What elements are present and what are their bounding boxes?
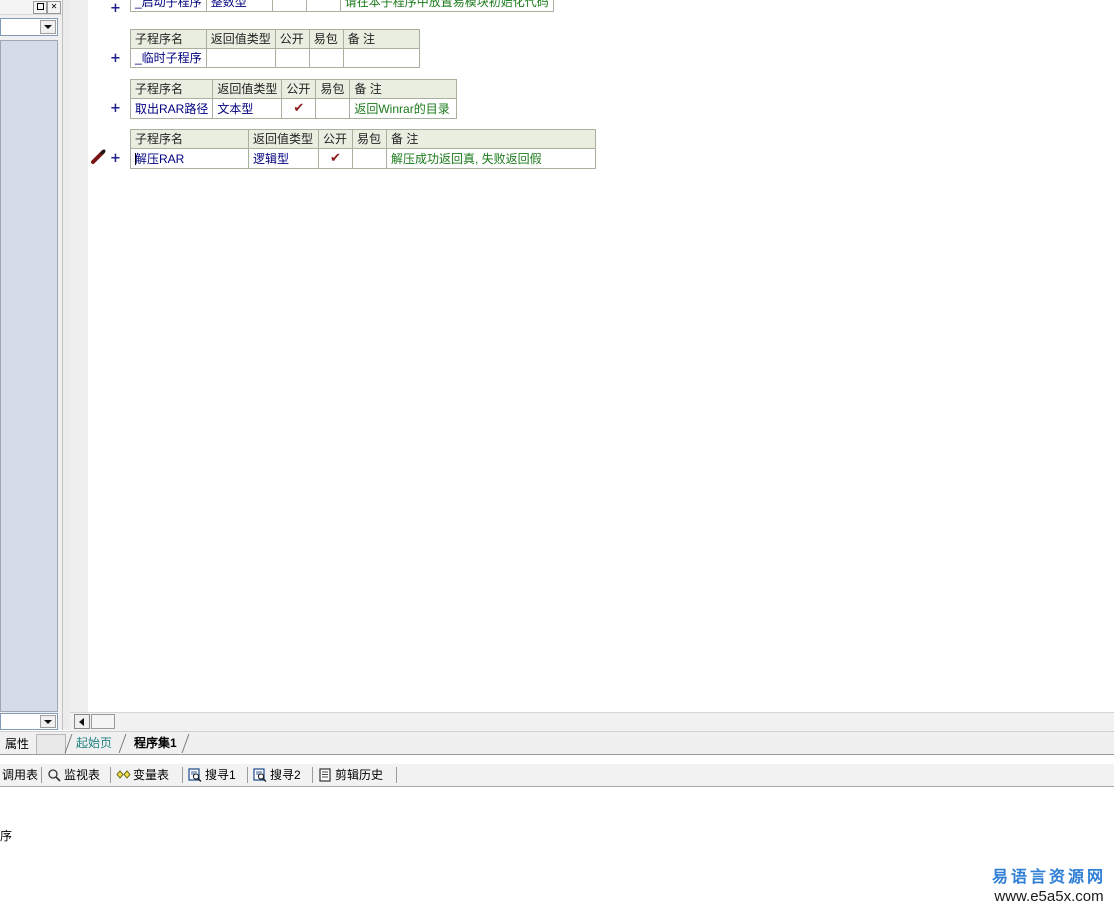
cell-name[interactable]: 解压RAR (130, 148, 249, 169)
diamonds-icon (116, 768, 131, 782)
table-header-row: 子程序名 返回值类型 公开 易包 备 注 (130, 129, 596, 149)
cell-public[interactable] (274, 48, 310, 68)
cell-name[interactable]: 取出RAR路径 (129, 98, 214, 119)
table-row[interactable]: _启动子程序 整数型 请在本子程序中放置易模块初始化代码 (130, 0, 554, 12)
editor-gutter (70, 0, 89, 712)
table-header-row: 子程序名 返回值类型 公开 易包 备 注 (129, 79, 458, 99)
document-tab-strip: 属性 起始页 程序集1 (0, 731, 1114, 755)
cell-public[interactable] (271, 0, 307, 12)
cell-note[interactable]: 解压成功返回真, 失败返回假 (386, 148, 596, 169)
tool-tab-variable-list[interactable]: 变量表 (116, 766, 169, 784)
properties-bottom-select[interactable] (0, 713, 58, 730)
tool-tab-call-list[interactable]: 调用表 (2, 766, 38, 784)
app-window: ✕ + + + + _启动子程序 整数型 请在本子程序中放置易模块初始化代码 子… (0, 0, 1114, 915)
tool-tab-label: 调用表 (2, 768, 39, 782)
col-header-public: 公开 (281, 79, 317, 99)
bottom-pane: 序 (0, 787, 1114, 915)
col-header-name: 子程序名 (130, 29, 207, 49)
tool-tab-label: 搜寻1 (205, 768, 236, 782)
table-row[interactable]: 解压RAR 逻辑型 ✔ 解压成功返回真, 失败返回假 (130, 148, 596, 169)
cell-package[interactable] (305, 0, 341, 12)
clipboard-list-icon (318, 768, 332, 782)
expander-startup[interactable]: + (110, 2, 121, 15)
table-header-row: 子程序名 返回值类型 公开 易包 备 注 (130, 29, 420, 49)
tool-tab-clip-history[interactable]: 剪辑历史 (318, 766, 383, 784)
cell-package[interactable] (308, 48, 344, 68)
chevron-down-icon[interactable] (40, 20, 56, 34)
cell-note[interactable] (342, 48, 420, 68)
find-page-icon (188, 768, 202, 782)
expander-getrarpath[interactable]: + (110, 102, 121, 115)
col-header-package: 易包 (352, 129, 387, 149)
cell-package[interactable] (352, 148, 387, 169)
subroutine-table-startup[interactable]: _启动子程序 整数型 请在本子程序中放置易模块初始化代码 (130, 0, 554, 12)
hscroll-thumb[interactable] (91, 714, 115, 729)
watermark-site-name: 易语言资源网 (991, 867, 1106, 886)
bottom-partial-text: 序 (0, 829, 13, 843)
check-icon: ✔ (330, 151, 341, 166)
tool-tab-label: 变量表 (133, 768, 170, 782)
watermark: 易语言资源网 www.e5a5x.com (992, 863, 1106, 905)
cell-name-text: 解压RAR (135, 151, 185, 166)
properties-tab-label[interactable]: 属性 (0, 735, 34, 753)
cell-return-type[interactable]: 文本型 (212, 98, 283, 119)
table-row[interactable]: _临时子程序 (130, 48, 420, 68)
close-icon[interactable]: ✕ (47, 1, 61, 14)
cell-return-type[interactable] (205, 48, 276, 68)
cell-note[interactable]: 请在本子程序中放置易模块初始化代码 (339, 0, 554, 12)
tool-tab-search-2[interactable]: 搜寻2 (253, 766, 301, 784)
cell-package[interactable] (315, 98, 351, 119)
subroutine-table-getrarpath[interactable]: 子程序名 返回值类型 公开 易包 备 注 取出RAR路径 文本型 ✔ 返回Win… (129, 79, 458, 119)
subroutine-table-temp[interactable]: 子程序名 返回值类型 公开 易包 备 注 _临时子程序 (130, 29, 420, 68)
cell-return-type[interactable]: 整数型 (205, 0, 273, 12)
properties-object-select[interactable] (0, 18, 58, 36)
cell-name[interactable]: _启动子程序 (130, 0, 207, 12)
cell-return-type[interactable]: 逻辑型 (248, 148, 319, 169)
document-tab-start-page[interactable]: 起始页 (70, 735, 118, 752)
properties-panel: ✕ (0, 0, 62, 730)
col-header-note: 备 注 (386, 129, 596, 149)
cell-name[interactable]: _临时子程序 (130, 48, 207, 68)
subroutine-table-unrar[interactable]: 子程序名 返回值类型 公开 易包 备 注 解压RAR 逻辑型 ✔ 解压成功返回真… (130, 129, 596, 169)
col-header-return-type: 返回值类型 (205, 29, 276, 49)
col-header-package: 易包 (315, 79, 351, 99)
watermark-url: www.e5a5x.com (994, 888, 1104, 905)
col-header-return-type: 返回值类型 (248, 129, 319, 149)
properties-titlebar: ✕ (0, 0, 62, 15)
tool-tab-watch-list[interactable]: 监视表 (47, 766, 100, 784)
editor-canvas[interactable]: + + + + _启动子程序 整数型 请在本子程序中放置易模块初始化代码 子程序… (88, 0, 1114, 712)
triangle-left-icon[interactable] (74, 714, 90, 729)
check-icon: ✔ (293, 101, 305, 116)
expander-temp[interactable]: + (110, 52, 121, 65)
properties-tab-blank[interactable] (36, 734, 66, 754)
find-page-icon (253, 768, 267, 782)
chevron-down-icon[interactable] (40, 715, 56, 728)
document-tab-assembly1[interactable]: 程序集1 (128, 735, 183, 752)
code-editor-area: + + + + _启动子程序 整数型 请在本子程序中放置易模块初始化代码 子程序… (70, 0, 1114, 712)
expander-unrar[interactable]: + (110, 152, 121, 165)
cell-note[interactable]: 返回Winrar的目录 (349, 98, 458, 119)
col-header-return-type: 返回值类型 (212, 79, 283, 99)
col-header-note: 备 注 (342, 29, 420, 49)
col-header-note: 备 注 (349, 79, 458, 99)
col-header-name: 子程序名 (130, 129, 249, 149)
cell-public[interactable]: ✔ (318, 148, 353, 169)
tool-tab-label: 剪辑历史 (335, 768, 384, 782)
magnifier-icon (47, 768, 61, 782)
tool-tab-search-1[interactable]: 搜寻1 (188, 766, 236, 784)
col-header-package: 易包 (308, 29, 344, 49)
properties-list[interactable] (0, 40, 58, 712)
table-row[interactable]: 取出RAR路径 文本型 ✔ 返回Winrar的目录 (129, 98, 458, 119)
pen-icon (91, 149, 107, 165)
maximize-icon[interactable] (33, 1, 47, 14)
tool-tab-bar: 调用表 监视表 变量表 搜寻1 搜寻2 剪辑历史 (0, 764, 1114, 787)
tool-tab-label: 监视表 (64, 768, 101, 782)
col-header-name: 子程序名 (129, 79, 214, 99)
col-header-public: 公开 (274, 29, 310, 49)
editor-horizontal-scrollbar[interactable] (70, 712, 1114, 731)
col-header-public: 公开 (318, 129, 353, 149)
cell-public[interactable]: ✔ (281, 98, 317, 119)
tool-tab-label: 搜寻2 (270, 768, 301, 782)
